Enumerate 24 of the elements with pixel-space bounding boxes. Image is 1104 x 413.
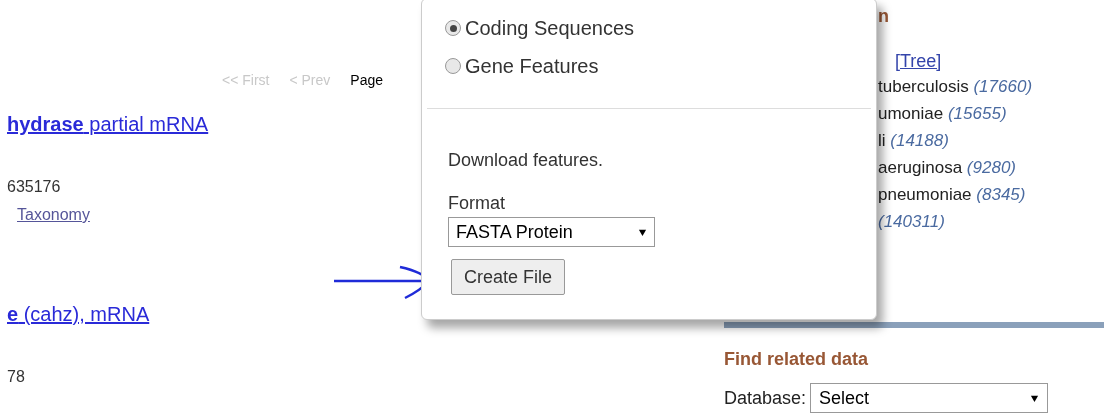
pager-link[interactable]: Page bbox=[350, 70, 384, 91]
radio-option[interactable]: Coding Sequences bbox=[445, 13, 876, 43]
result-title-link[interactable]: e (cahz), mRNA bbox=[7, 303, 150, 325]
radio-option[interactable]: Gene Features bbox=[445, 51, 876, 81]
taxonomy-item[interactable]: umoniae (15655) bbox=[878, 100, 1104, 127]
taxonomy-item[interactable]: (140311) bbox=[878, 208, 1104, 235]
taxonomy-item[interactable]: tuberculosis (17660) bbox=[878, 73, 1104, 100]
database-select[interactable]: Select bbox=[810, 383, 1049, 413]
format-select[interactable]: FASTA Protein bbox=[448, 217, 655, 247]
result-id: 635176 bbox=[7, 177, 62, 197]
result-id: 78 bbox=[7, 367, 26, 387]
database-label: Database: bbox=[724, 386, 807, 410]
taxonomy-item[interactable]: aeruginosa (9280) bbox=[878, 154, 1104, 181]
result-title-link[interactable]: hydrase partial mRNA bbox=[7, 113, 209, 135]
section-heading: n bbox=[878, 5, 890, 28]
popup-description: Download features. bbox=[448, 149, 605, 172]
tree-link[interactable]: [Tree] bbox=[895, 48, 1104, 75]
taxonomy-item[interactable]: li (14188) bbox=[878, 127, 1104, 154]
section-heading: Find related data bbox=[724, 348, 870, 371]
format-label: Format bbox=[448, 192, 506, 215]
create-file-button[interactable]: Create File bbox=[451, 259, 566, 295]
caret-icon bbox=[1030, 393, 1040, 403]
caret-icon bbox=[638, 227, 647, 237]
taxonomy-item[interactable]: pneumoniae (8345) bbox=[878, 181, 1104, 208]
